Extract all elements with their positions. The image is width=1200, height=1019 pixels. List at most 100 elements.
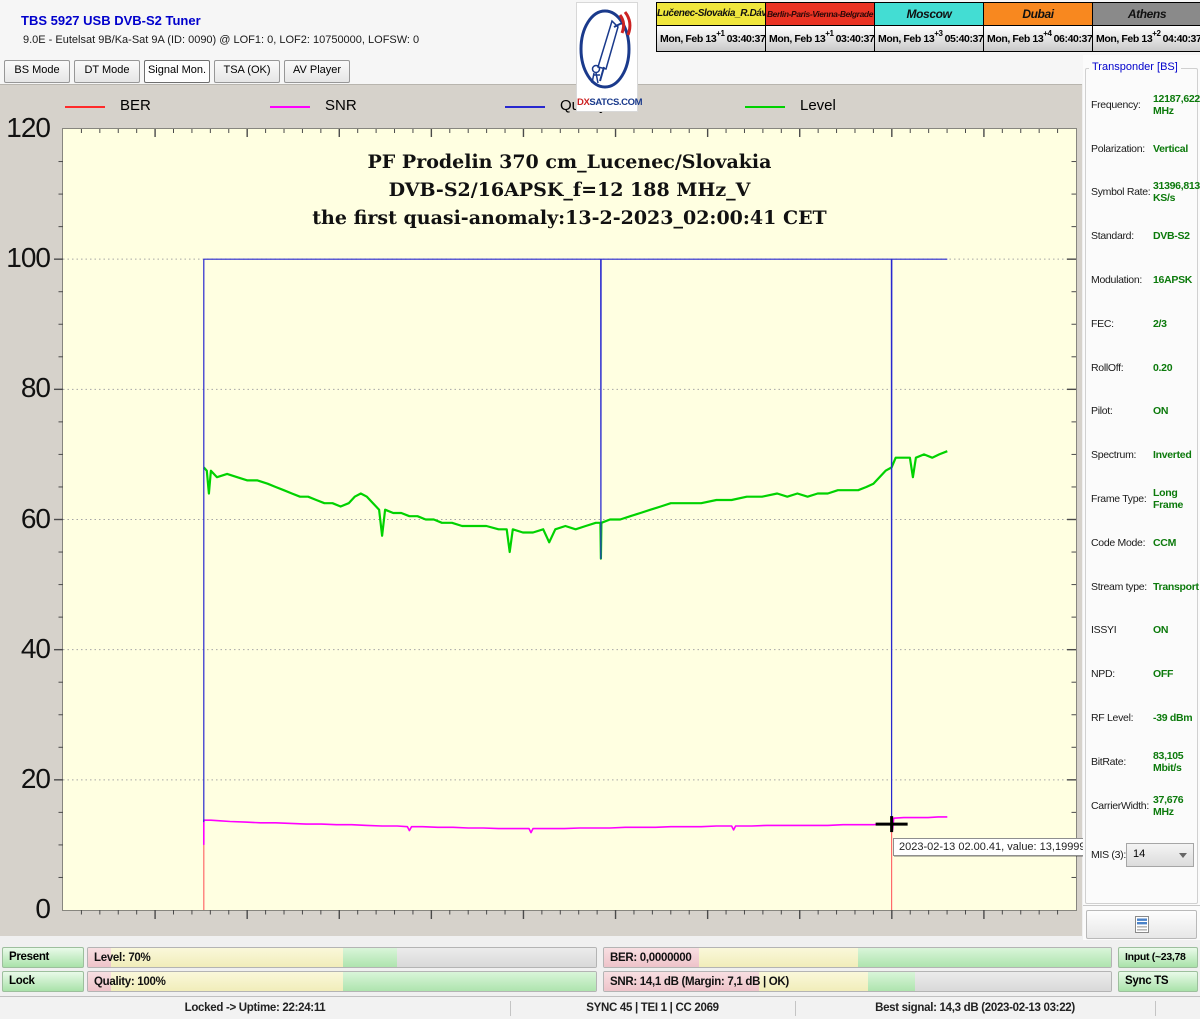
world-clocks: Lučenec-Slovakia_R.Dávid Mon, Feb 13+103… [656,2,1200,52]
list-report-icon [1135,916,1149,933]
sync-ts-indicator: Sync TS [1118,971,1198,992]
clock-athens: Athens Mon, Feb 13+204:40:37 [1092,2,1200,52]
clock-time: 04:40:37 [1163,33,1200,45]
uptime-status: Locked -> Uptime: 22:24:11 [0,997,510,1019]
row-modulation: Modulation:16APSK [1091,258,1196,302]
row-spectrum: Spectrum:Inverted [1091,433,1196,477]
legend-item-snr: SNR [270,97,470,117]
quality-bar-label: Quality: 100% [94,972,166,992]
clock-city-label: Moscow [875,3,983,26]
chart-title-line3: the first quasi-anomaly:13-2-2023_02:00:… [63,207,1076,229]
clock-utc-offset: +1 [825,29,833,38]
row-symbol-rate: Symbol Rate:31396,813 KS/s [1091,171,1196,215]
clock-dubai: Dubai Mon, Feb 13+406:40:37 [983,2,1093,52]
clock-date: Mon, Feb 13 [660,33,716,45]
ber-bar: BER: 0,0000000 [603,947,1112,968]
signal-monitor-chart-panel: BER SNR Quality Level 020406080100120 PF… [0,84,1082,936]
level-bar-label: Level: 70% [94,948,150,968]
satellite-dish-icon [578,3,636,95]
clock-utc-offset: +4 [1043,29,1051,38]
row-pilot: Pilot:ON [1091,390,1196,434]
clock-city-label: Athens [1093,3,1200,26]
legend-item-ber: BER [65,97,265,117]
bar-seg [397,948,596,967]
clock-utc-offset: +2 [1152,29,1160,38]
clock-moscow: Moscow Mon, Feb 13+305:40:37 [874,2,984,52]
window-title: TBS 5927 USB DVB-S2 Tuner [21,13,201,28]
tbs-tuner-window: TBS 5927 USB DVB-S2 Tuner 9.0E - Eutelsa… [0,0,1200,1019]
satellite-subtitle: 9.0E - Eutelsat 9B/Ka-Sat 9A (ID: 0090) … [23,34,419,46]
clock-time: 06:40:37 [1054,33,1093,45]
statusbar: Locked -> Uptime: 22:24:11 SYNC 45 | TEI… [0,996,1200,1019]
clock-lucenec: Lučenec-Slovakia_R.Dávid Mon, Feb 13+103… [656,2,766,52]
logo-rest: SATCS.COM [589,97,642,108]
row-frame-type: Frame Type:Long Frame [1091,477,1196,521]
row-rf-level: RF Level:-39 dBm [1091,696,1196,740]
ber-line-swatch [65,106,105,108]
logo-text: DXSATCS.COM [577,97,637,108]
transponder-sidebar: Transponder [BS] Frequency:12187,622 MHz… [1083,55,1200,940]
clock-utc-offset: +1 [716,29,724,38]
snr-line-swatch [270,106,310,108]
logo-dx: DX [577,97,589,108]
clock-city-label: Lučenec-Slovakia_R.Dávid [657,3,765,26]
clock-utc-offset: +3 [934,29,942,38]
input-bitrate-indicator: Input (~23,78 Mbps) [1118,947,1198,968]
sync-tei-cc-status: SYNC 45 | TEI 1 | CC 2069 [510,997,795,1019]
clock-time: 03:40:37 [727,33,766,45]
plot-canvas [63,129,1076,910]
mis-selected-value: 14 [1133,848,1145,860]
row-rolloff: RollOff:0.20 [1091,346,1196,390]
bar-seg [915,972,1111,991]
row-issyi: ISSYION [1091,609,1196,653]
tab-bs-mode[interactable]: BS Mode [4,60,70,83]
tab-dt-mode[interactable]: DT Mode [74,60,140,83]
clock-time: 03:40:37 [836,33,875,45]
legend-label: Level [800,97,836,114]
y-tick-label: 40 [0,633,50,665]
clock-time: 05:40:37 [945,33,984,45]
clock-date: Mon, Feb 13 [769,33,825,45]
dxsatcs-logo: DXSATCS.COM [576,2,638,112]
transponder-title: Transponder [BS] [1089,61,1181,73]
row-standard: Standard:DVB-S2 [1091,214,1196,258]
clock-berlin: Berlin-Paris-Vienna-Belgrade Mon, Feb 13… [765,2,875,52]
bar-seg [858,948,1111,967]
clock-date: Mon, Feb 13 [987,33,1043,45]
mis-dropdown[interactable]: 14 [1126,843,1194,867]
snr-bar-label: SNR: 14,1 dB (Margin: 7,1 dB | OK) [610,972,789,992]
row-bitrate: BitRate:83,105 Mbit/s [1091,740,1196,784]
ber-bar-label: BER: 0,0000000 [610,948,691,968]
mode-tabbar: BS Mode DT Mode Signal Mon. TSA (OK) AV … [4,60,350,83]
quality-line-swatch [505,106,545,108]
clock-date: Mon, Feb 13 [1096,33,1152,45]
sidebar-divider [1083,905,1200,906]
legend-label: BER [120,97,151,114]
lock-indicator: Lock [2,971,84,992]
bar-seg [343,972,596,991]
clock-date: Mon, Feb 13 [878,33,934,45]
present-indicator: Present [2,947,84,968]
chevron-down-icon [1179,853,1187,858]
tab-av-player[interactable]: AV Player [284,60,350,83]
signal-plot[interactable]: PF Prodelin 370 cm_Lucenec/Slovakia DVB-… [62,128,1077,911]
row-polarization: Polarization:Vertical [1091,127,1196,171]
legend-label: SNR [325,97,357,114]
bar-seg [343,948,397,967]
y-tick-label: 80 [0,372,50,404]
best-signal-status: Best signal: 14,3 dB (2023-02-13 03:22) [795,997,1155,1019]
legend-item-level: Level [745,97,945,117]
row-stream-type: Stream type:Transport [1091,565,1196,609]
snr-bar: SNR: 14,1 dB (Margin: 7,1 dB | OK) [603,971,1112,992]
row-frequency: Frequency:12187,622 MHz [1091,83,1196,127]
tab-tsa[interactable]: TSA (OK) [214,60,280,83]
level-line-swatch [745,106,785,108]
row-npd: NPD:OFF [1091,652,1196,696]
y-tick-label: 120 [0,112,50,144]
status-row-2: Lock Quality: 100% SNR: 14,1 dB (Margin:… [0,971,1200,992]
stream-list-button[interactable] [1086,910,1197,939]
row-fec: FEC:2/3 [1091,302,1196,346]
tab-signal-mon[interactable]: Signal Mon. [144,60,210,83]
chart-title-line2: DVB-S2/16APSK_f=12 188 MHz_V [63,179,1076,201]
row-carrier-width: CarrierWidth:37,676 MHz [1091,784,1196,828]
